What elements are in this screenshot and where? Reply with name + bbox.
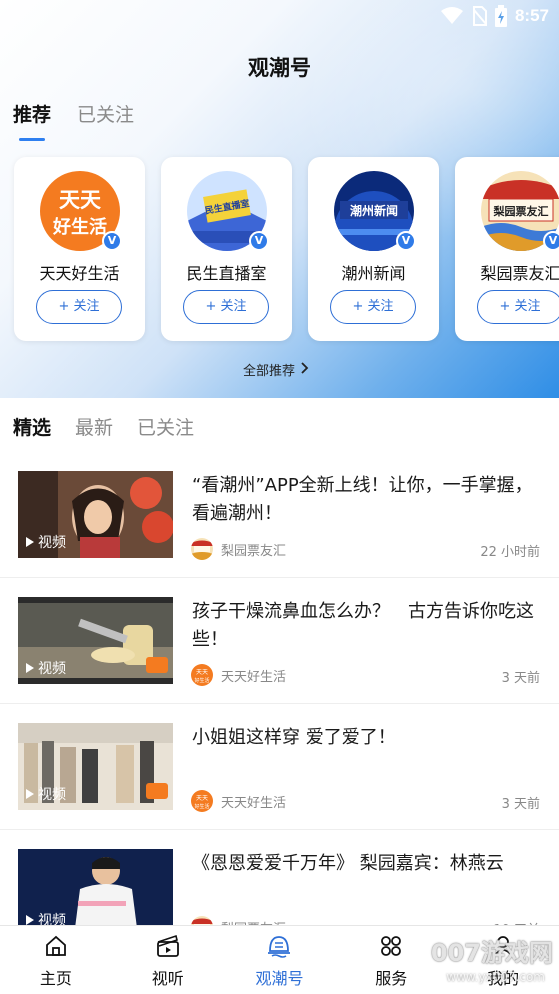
clapperboard-icon [112,932,224,960]
feed-tabs: 精选 最新 已关注 [13,413,194,440]
tab-followed[interactable]: 已关注 [77,100,134,127]
status-time: 8:57 [514,6,549,25]
svg-text:潮州新闻: 潮州新闻 [350,203,398,218]
follow-button[interactable]: + 关注 [36,290,122,324]
source-avatar: 天天 好生活 [191,664,213,686]
follow-button[interactable]: + 关注 [330,290,416,324]
video-tag-label: 视频 [38,535,66,551]
nav-service-label: 服务 [375,969,408,988]
video-tag-label: 视频 [38,787,66,803]
svg-text:天天: 天天 [196,795,208,802]
home-icon [0,932,112,960]
follow-button[interactable]: + 关注 [477,290,559,324]
news-time: 22 小时前 [480,545,540,560]
watermark-url: www.yx007.com [446,970,545,984]
video-thumbnail[interactable]: 视频 [18,723,173,810]
svg-text:好生活: 好生活 [194,803,209,810]
account-name: 天天好生活 [39,264,120,283]
account-card[interactable]: 梨园票友汇 V 梨园票友汇 + 关注 [455,157,559,341]
news-source[interactable]: 梨园票友汇 [191,538,286,560]
verified-icon: V [102,231,122,251]
nav-home[interactable]: 主页 [0,926,112,994]
sim-icon [471,6,487,26]
video-tag-label: 视频 [38,661,66,677]
nav-home-label: 主页 [39,969,72,988]
svg-text:好生活: 好生活 [194,677,209,684]
recommend-cards: 天天 好生活 V 天天好生活 + 关注 民生直播室 V 民生直播室 + 关注 潮… [14,157,559,341]
source-name: 梨园票友汇 [221,543,287,559]
account-name: 梨园票友汇 [480,264,559,283]
news-title[interactable]: 小姐姐这样穿 爱了爱了！ [192,724,542,752]
tab-recommend[interactable]: 推荐 [13,100,51,141]
list-item[interactable]: 视频 小姐姐这样穿 爱了爱了！ 天天 好生活 天天好生活 3 天前 [0,704,559,830]
nav-audiovisual-label: 视听 [151,969,184,988]
watermark-logo: 007游戏网 [430,939,553,967]
list-item[interactable]: 视频 “看潮州”APP全新上线！让你，一手掌握，看遍潮州！ 梨园票友汇 22 小… [0,452,559,578]
svg-text:天天: 天天 [196,669,208,676]
account-card[interactable]: 天天 好生活 V 天天好生活 + 关注 [14,157,145,341]
source-avatar [191,538,213,560]
top-tabs: 推荐 已关注 [13,100,134,141]
play-icon [26,537,34,547]
news-title[interactable]: “看潮州”APP全新上线！让你，一手掌握，看遍潮州！ [192,472,542,528]
guanchao-icon [224,932,336,960]
battery-icon [494,5,507,27]
all-recommend-label: 全部推荐 [243,364,296,379]
play-icon [26,789,34,799]
video-thumbnail[interactable]: 视频 [18,849,173,936]
video-thumbnail[interactable]: 视频 [18,597,173,684]
nav-guanchao-label: 观潮号 [255,969,304,988]
verified-icon: V [396,231,416,251]
page-title: 观潮号 [248,56,311,80]
status-bar: 8:57 [0,0,559,34]
account-card[interactable]: 民生直播室 V 民生直播室 + 关注 [161,157,292,341]
news-list: 视频 “看潮州”APP全新上线！让你，一手掌握，看遍潮州！ 梨园票友汇 22 小… [0,452,559,956]
account-name: 潮州新闻 [341,264,406,283]
verified-icon: V [249,231,269,251]
account-name: 民生直播室 [186,264,267,283]
source-avatar: 天天 好生活 [191,790,213,812]
svg-text:天天: 天天 [59,188,102,212]
nav-guanchao[interactable]: 观潮号 [224,926,336,994]
nav-audiovisual[interactable]: 视听 [112,926,224,994]
tab-featured[interactable]: 精选 [13,413,51,440]
news-title[interactable]: 孩子干燥流鼻血怎么办？ 古方告诉你吃这些！ [192,598,542,654]
svg-text:梨园票友汇: 梨园票友汇 [493,204,549,218]
news-time: 3 天前 [501,671,540,686]
wifi-icon [440,7,463,25]
play-icon [26,915,34,925]
verified-icon: V [543,231,559,251]
news-source[interactable]: 天天 好生活 天天好生活 [191,790,286,812]
list-item[interactable]: 视频 孩子干燥流鼻血怎么办？ 古方告诉你吃这些！ 天天 好生活 天天好生活 3 天… [0,578,559,704]
source-name: 天天好生活 [221,669,287,685]
news-source[interactable]: 天天 好生活 天天好生活 [191,664,286,686]
play-icon [26,663,34,673]
video-thumbnail[interactable]: 视频 [18,471,173,558]
svg-text:好生活: 好生活 [52,216,107,238]
news-time: 3 天前 [501,797,540,812]
chevron-right-icon [301,361,309,378]
video-tag: 视频 [26,784,66,804]
source-name: 天天好生活 [221,795,287,811]
all-recommend-link[interactable]: 全部推荐 [243,360,309,379]
news-title[interactable]: 《恩恩爱爱千万年》 梨园嘉宾：林燕云 [192,850,542,878]
account-card[interactable]: 潮州新闻 V 潮州新闻 + 关注 [308,157,439,341]
video-tag: 视频 [26,532,66,552]
follow-button[interactable]: + 关注 [183,290,269,324]
tab-latest[interactable]: 最新 [75,413,113,440]
video-tag: 视频 [26,658,66,678]
tab-feed-followed[interactable]: 已关注 [137,413,194,440]
